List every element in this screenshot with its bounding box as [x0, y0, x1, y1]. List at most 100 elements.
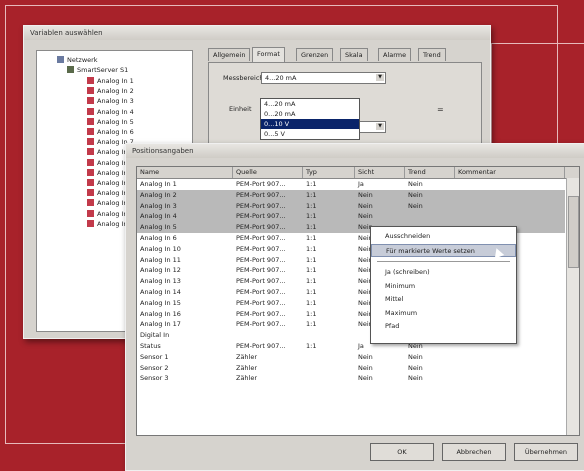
table-row[interactable]: Analog In 3 PEM-Port 907... 1:1 Nein Nein	[137, 200, 565, 212]
context-menu-item[interactable]: Pfad	[371, 320, 516, 333]
tree-item-variable[interactable]: Analog In 5	[87, 117, 134, 127]
cell-view: Ja	[358, 180, 364, 188]
cell-source: PEM-Port 907...	[236, 223, 286, 232]
cell-name: Sensor 2	[140, 363, 169, 372]
variable-icon	[87, 107, 94, 115]
cell-name: Analog In 6	[140, 234, 177, 242]
variable-icon	[87, 138, 94, 146]
cell-name: Analog In 15	[140, 298, 181, 307]
cell-name: Analog In 13	[140, 277, 181, 286]
tab-allgemein[interactable]: Allgemein	[208, 48, 251, 61]
cell-view: Nein	[358, 201, 373, 210]
tab-grenzen[interactable]: Grenzen	[296, 48, 334, 61]
variable-icon	[87, 97, 94, 105]
tree-item-variable[interactable]: Analog In 4	[87, 107, 134, 117]
context-menu-item[interactable]: Ausschneiden	[371, 230, 516, 243]
tab-trend[interactable]: Trend	[418, 48, 446, 61]
dropdown-option[interactable]: 0...5 V	[261, 129, 359, 139]
variable-icon	[87, 128, 94, 135]
cell-view: Nein	[358, 212, 373, 221]
table-row[interactable]: Analog In 4 PEM-Port 907... 1:1 Nein	[137, 211, 565, 223]
cell-source: PEM-Port 907...	[236, 277, 286, 286]
cell-type: 1:1	[306, 309, 317, 318]
cell-trend: Nein	[408, 180, 423, 188]
tree-root[interactable]: Netzwerk	[57, 55, 98, 65]
tree-item-label: Analog In 5	[97, 117, 134, 126]
cell-name: Analog In 4	[140, 212, 177, 221]
cell-source: PEM-Port 907...	[236, 298, 286, 307]
table-row[interactable]: Sensor 1 Zähler Nein Nein	[137, 352, 565, 363]
cell-source: PEM-Port 907...	[236, 320, 286, 329]
cell-source: PEM-Port 907...	[236, 212, 286, 221]
variable-icon	[87, 168, 94, 176]
cell-name: Sensor 3	[140, 374, 169, 383]
cell-view: Nein	[358, 352, 373, 361]
range-select[interactable]: 4...20 mA ▼	[261, 72, 386, 84]
apply-button[interactable]: Übernehmen	[514, 443, 578, 461]
table-row[interactable]: Analog In 1 PEM-Port 907... 1:1 Ja Nein	[137, 179, 565, 190]
cell-source: Zähler	[236, 374, 258, 383]
table-row[interactable]: Sensor 3 Zähler Nein Nein	[137, 373, 565, 384]
context-menu-item[interactable]: Minimum	[371, 280, 516, 293]
table-row[interactable]: Sensor 2 Zähler Nein Nein	[137, 363, 565, 374]
window-title: Variablen auswählen	[24, 26, 490, 40]
column-header-1[interactable]: Quelle	[233, 167, 303, 178]
column-header-3[interactable]: Sicht	[355, 167, 405, 178]
context-menu-item[interactable]: Mittel	[371, 293, 516, 306]
cell-source: PEM-Port 907...	[236, 180, 286, 188]
cancel-button[interactable]: Abbrechen	[442, 443, 506, 461]
dropdown-option[interactable]: 0...20 mA	[261, 109, 359, 119]
variable-icon	[87, 219, 94, 227]
cell-view: Nein	[358, 363, 373, 372]
dropdown-option[interactable]: 4...20 mA	[261, 99, 359, 109]
range-select-value: 4...20 mA	[265, 74, 297, 82]
tree-item-variable[interactable]: Analog In 2	[87, 86, 134, 96]
variable-icon	[87, 77, 94, 84]
cell-source: Zähler	[236, 352, 258, 361]
range-label: Messbereich	[223, 74, 264, 82]
ok-button[interactable]: OK	[370, 443, 434, 461]
tree-item-variable[interactable]: Analog In 6	[87, 127, 134, 137]
cell-type: 1:1	[306, 298, 317, 307]
cell-trend: Nein	[408, 363, 423, 372]
dropdown-option[interactable]: 0...10 V	[261, 119, 359, 129]
tree-root-label: Netzwerk	[67, 56, 98, 64]
column-header-0[interactable]: Name	[137, 167, 233, 178]
cell-name: Analog In 17	[140, 320, 181, 329]
tree-item-variable[interactable]: Analog In 3	[87, 96, 134, 106]
column-header-5[interactable]: Kommentar	[455, 167, 565, 178]
scrollbar-thumb[interactable]	[568, 196, 579, 268]
tree-item-label: Analog In 6	[97, 128, 134, 136]
tab-format[interactable]: Format	[252, 47, 285, 62]
tree-item-variable[interactable]: Analog In 1	[87, 76, 134, 86]
table-row[interactable]: Analog In 2 PEM-Port 907... 1:1 Nein Nein	[137, 189, 565, 201]
column-header-2[interactable]: Typ	[303, 167, 355, 178]
chevron-down-icon[interactable]: ▼	[376, 123, 384, 130]
tree-item-label: Analog In 2	[97, 87, 134, 96]
cell-name: Analog In 2	[140, 190, 177, 199]
cell-name: Analog In 5	[140, 223, 177, 232]
variable-icon	[87, 158, 94, 166]
cell-name: Analog In 14	[140, 288, 181, 296]
cell-name: Status	[140, 342, 161, 350]
context-menu-item[interactable]: Ja (schreiben)	[371, 266, 516, 279]
cell-type: 1:1	[306, 288, 317, 296]
variable-icon	[87, 209, 94, 217]
cell-name: Sensor 1	[140, 352, 169, 361]
tab-skala[interactable]: Skala	[340, 48, 368, 61]
context-menu-item[interactable]: Maximum	[371, 307, 516, 320]
chevron-down-icon[interactable]: ▼	[376, 74, 384, 81]
cell-name: Digital In	[140, 331, 170, 340]
cell-view: Nein	[358, 190, 373, 199]
tab-alarme[interactable]: Alarme	[378, 48, 412, 61]
cell-name: Analog In 3	[140, 201, 177, 210]
range-dropdown-list[interactable]: 4...20 mA 0...20 mA 0...10 V 0...5 V	[260, 98, 360, 140]
variable-icon	[87, 87, 94, 95]
variable-icon	[87, 148, 94, 156]
tree-device[interactable]: SmartServer S1	[67, 65, 128, 75]
vertical-scrollbar[interactable]	[566, 178, 579, 435]
column-header-4[interactable]: Trend	[405, 167, 455, 178]
cell-trend: Nein	[408, 374, 423, 383]
cell-trend: Nein	[408, 201, 423, 210]
cell-name: Analog In 1	[140, 180, 177, 188]
